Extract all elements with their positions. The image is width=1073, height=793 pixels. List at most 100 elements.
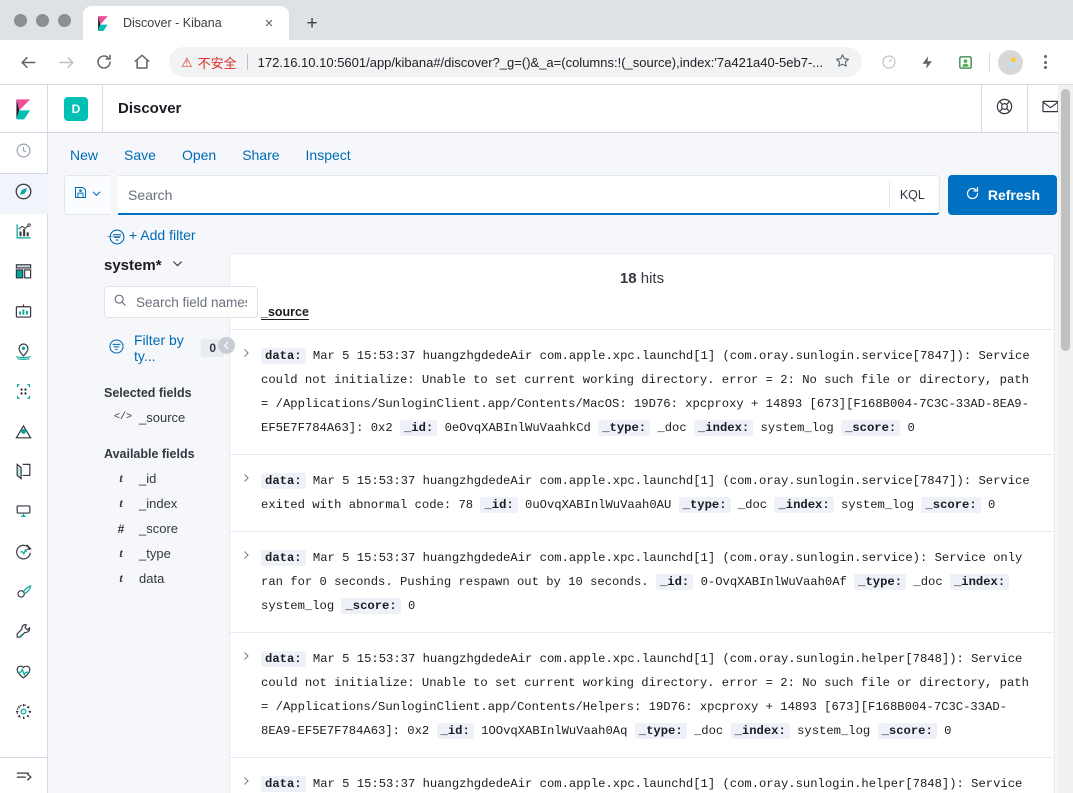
kibana-nav-rail (0, 85, 48, 793)
bookmark-star-icon[interactable] (835, 53, 850, 72)
home-icon[interactable] (127, 47, 157, 77)
sidebar-item-dev-tools[interactable] (0, 614, 48, 654)
search-input[interactable] (118, 176, 889, 213)
field-label-type: _type: (598, 420, 651, 436)
field-item-source[interactable]: </> _source (104, 400, 224, 425)
browser-toolbar: ⚠ 不安全 172.16.10.10:5601/app/kibana#/disc… (0, 40, 1073, 85)
kibana-app: D Discover New Save Open Share Inspect S… (0, 84, 1073, 793)
collapse-sidebar-button[interactable] (218, 337, 235, 354)
new-tab-button[interactable]: + (298, 9, 326, 37)
table-row[interactable]: data: Mar 5 15:53:37 huangzhgdedeAir com… (230, 532, 1054, 633)
expand-row-icon[interactable] (230, 469, 261, 485)
saved-query-button[interactable] (64, 175, 110, 215)
sidebar-item-uptime[interactable] (0, 534, 48, 574)
table-row[interactable]: data: Mar 5 15:53:37 huangzhgdedeAir com… (230, 455, 1054, 532)
help-button[interactable] (981, 84, 1027, 133)
menu-open[interactable]: Open (182, 147, 216, 163)
expand-row-icon[interactable] (230, 546, 261, 562)
uptime-icon (14, 542, 33, 566)
query-input-wrapper[interactable]: KQL (118, 175, 940, 215)
address-bar[interactable]: ⚠ 不安全 172.16.10.10:5601/app/kibana#/disc… (169, 47, 862, 77)
sidebar-item-maps[interactable] (0, 334, 48, 374)
sidebar-item-collapse-nav[interactable] (0, 758, 48, 793)
profile-avatar[interactable] (998, 49, 1023, 75)
save-query-icon (73, 185, 88, 205)
field-name: _id (139, 471, 157, 486)
insecure-warning-icon: ⚠ (181, 54, 193, 70)
refresh-button[interactable]: Refresh (947, 175, 1057, 215)
field-item-score[interactable]: # _score (104, 511, 224, 536)
sidebar-item-siem[interactable] (0, 574, 48, 614)
index-pattern-label: system* (104, 257, 162, 274)
search-field-names-input[interactable] (134, 293, 249, 311)
filter-icon[interactable] (108, 228, 126, 249)
browser-menu-icon[interactable] (1030, 47, 1060, 77)
sidebar-item-infrastructure[interactable] (0, 414, 48, 454)
column-header-source[interactable]: _source (230, 299, 1054, 330)
field-value-data: Mar 5 15:53:37 huangzhgdedeAir com.apple… (312, 777, 1023, 791)
index-pattern-selector[interactable]: system* (104, 253, 224, 286)
sidebar-item-discover[interactable] (0, 174, 48, 214)
speedometer-extension-icon[interactable] (874, 47, 904, 77)
close-tab-button[interactable]: × (259, 13, 279, 33)
visualize-icon (14, 222, 33, 246)
dev-tools-icon (14, 622, 33, 646)
field-search-box[interactable] (104, 286, 258, 318)
lightning-extension-icon[interactable] (912, 47, 942, 77)
field-value-index: system_log (797, 724, 871, 738)
sidebar-item-management[interactable] (0, 694, 48, 734)
menu-save[interactable]: Save (124, 147, 156, 163)
maximize-window-button[interactable] (58, 13, 71, 27)
menu-new[interactable]: New (70, 147, 98, 163)
field-item-type[interactable]: t _type (104, 536, 224, 561)
field-item-index[interactable]: t _index (104, 486, 224, 511)
field-value-index: system_log (261, 599, 335, 613)
sidebar-item-dashboard[interactable] (0, 254, 48, 294)
sidebar-item-monitoring[interactable] (0, 654, 48, 694)
menu-share[interactable]: Share (242, 147, 279, 163)
menu-inspect[interactable]: Inspect (306, 147, 351, 163)
sidebar-item-apm[interactable] (0, 494, 48, 534)
sidebar-item-recently-viewed[interactable] (0, 133, 48, 173)
page-title: Discover (118, 100, 182, 117)
browser-tab[interactable]: Discover - Kibana × (83, 6, 289, 40)
table-row[interactable]: data: Mar 5 15:53:37 huangzhgdedeAir com… (230, 633, 1054, 758)
field-item-id[interactable]: t _id (104, 461, 224, 486)
forward-icon (51, 47, 81, 77)
string-type-icon: t (119, 571, 123, 585)
query-language-switcher[interactable]: KQL (888, 181, 939, 208)
table-row[interactable]: data: Mar 5 15:53:37 huangzhgdedeAir com… (230, 330, 1054, 455)
expand-row-icon[interactable] (230, 772, 261, 788)
discover-top-menu: New Save Open Share Inspect (48, 133, 1073, 175)
discover-content: system* Search field names Filter by ty.… (48, 253, 1073, 793)
machine-learning-icon (14, 382, 33, 406)
expand-row-icon[interactable] (230, 647, 261, 663)
reload-icon[interactable] (89, 47, 119, 77)
table-row[interactable]: data: Mar 5 15:53:37 huangzhgdedeAir com… (230, 758, 1054, 793)
sidebar-item-canvas[interactable] (0, 294, 48, 334)
hits-label: hits (640, 270, 665, 287)
kibana-home-logo[interactable] (0, 85, 48, 133)
filter-by-type-control[interactable]: Filter by ty... 0 (104, 318, 224, 364)
sidebar-item-visualize[interactable] (0, 214, 48, 254)
filter-by-type-label: Filter by ty... (134, 332, 184, 364)
source-cell: data: Mar 5 15:53:37 huangzhgdedeAir com… (261, 344, 1040, 440)
source-cell: data: Mar 5 15:53:37 huangzhgdedeAir com… (261, 546, 1040, 618)
field-item-data[interactable]: t data (104, 561, 224, 586)
field-value-score: 0 (944, 724, 952, 738)
field-label-id: _id: (655, 574, 694, 590)
user-extension-icon[interactable] (950, 47, 980, 77)
field-name: _score (139, 521, 179, 536)
filter-bar: — + Add filter (48, 215, 1073, 253)
app-header: D Discover (48, 84, 1073, 133)
field-label-data: data: (261, 348, 306, 364)
scrollbar-thumb[interactable] (1061, 89, 1070, 351)
back-icon[interactable] (13, 47, 43, 77)
close-window-button[interactable] (14, 13, 27, 27)
sidebar-item-logs[interactable] (0, 454, 48, 494)
minimize-window-button[interactable] (36, 13, 49, 27)
page-scrollbar[interactable] (1058, 85, 1073, 793)
sidebar-item-machine-learning[interactable] (0, 374, 48, 414)
filter-type-icon (108, 338, 125, 358)
add-filter-button[interactable]: + Add filter (129, 227, 196, 243)
